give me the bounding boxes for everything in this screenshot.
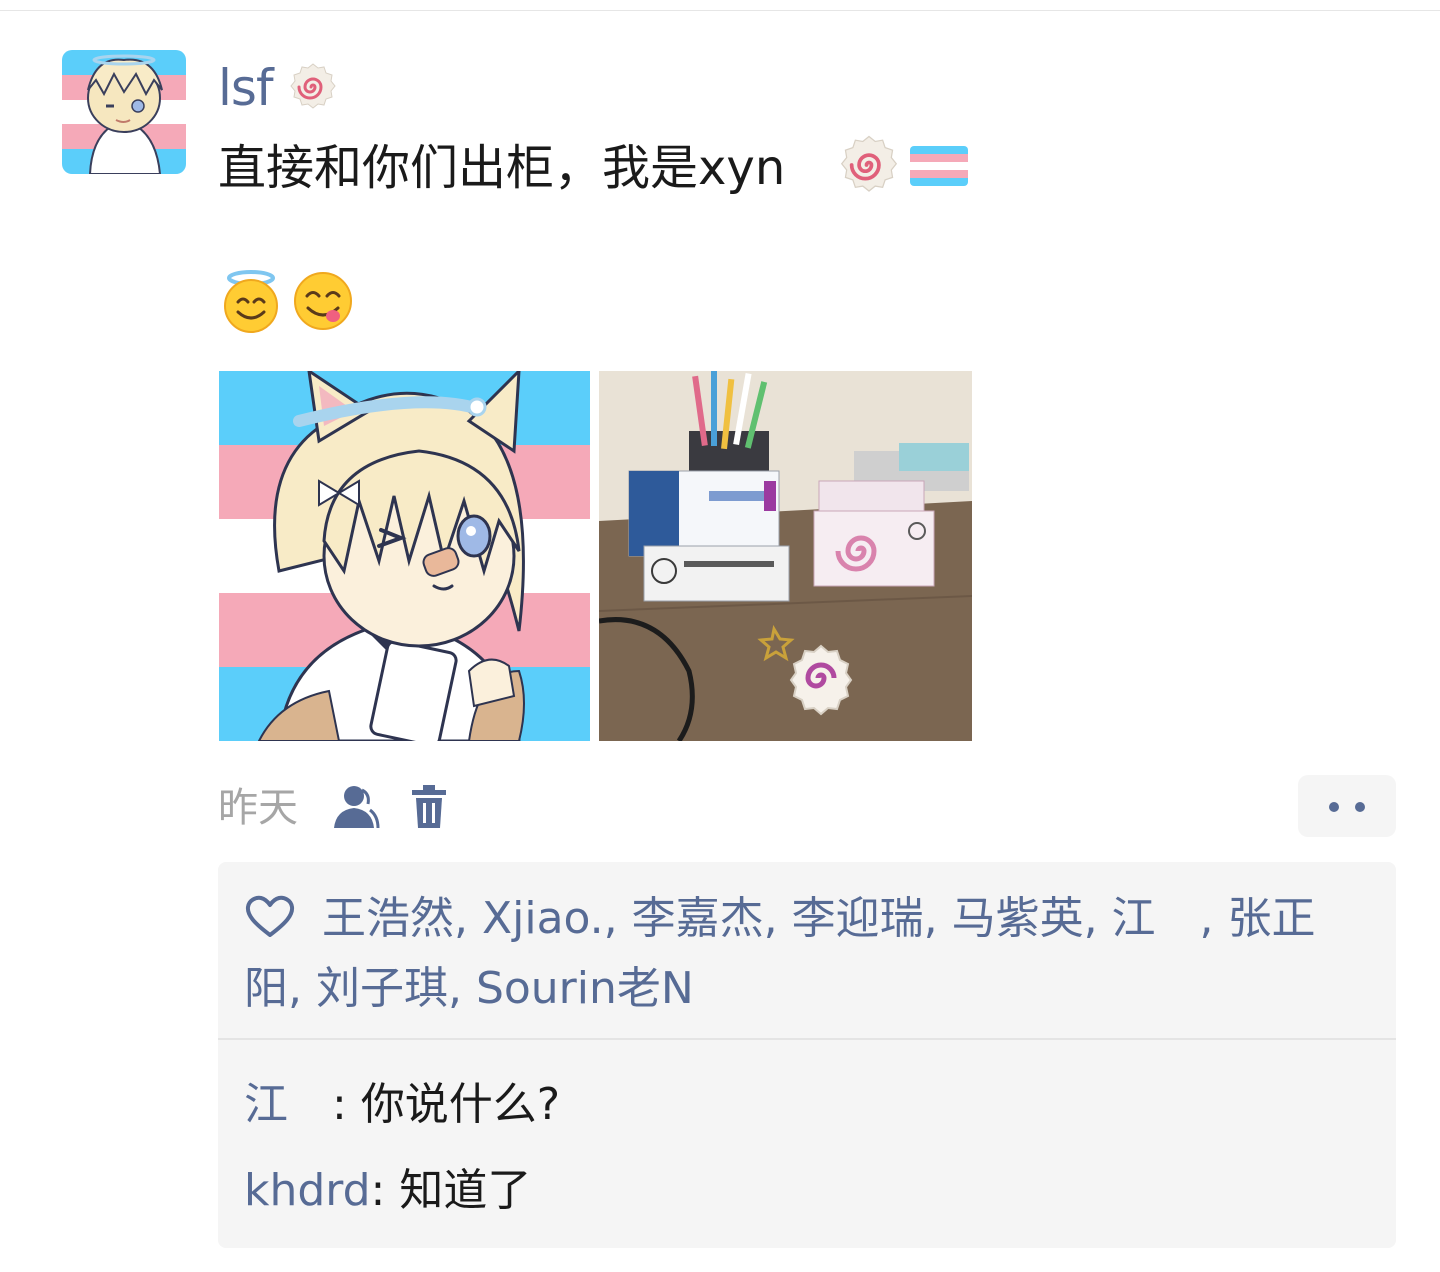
- more-dots-icon: [1329, 802, 1339, 812]
- avatar[interactable]: [62, 50, 186, 174]
- more-options-button[interactable]: [1298, 775, 1396, 837]
- likes-divider: [218, 1038, 1396, 1040]
- post-time: 昨天: [218, 785, 298, 831]
- comment-item[interactable]: 江 : 你说什么?: [244, 1070, 560, 1140]
- comment-separator: :: [332, 1079, 361, 1130]
- fishcake-icon: [838, 134, 900, 196]
- top-divider: [0, 10, 1440, 11]
- comment-item[interactable]: khdrd: 知道了: [244, 1156, 531, 1226]
- transgender-flag-icon: [910, 146, 968, 186]
- post-author-name[interactable]: lsf: [218, 56, 274, 120]
- likes-comments-panel: 王浩然, Xjiao., 李嘉杰, 李迎瑞, 马紫英, 江 , 张正阳, 刘子琪…: [218, 862, 1396, 1248]
- likes-list[interactable]: 王浩然, Xjiao., 李嘉杰, 李迎瑞, 马紫英, 江 , 张正阳, 刘子琪…: [244, 884, 1364, 1024]
- smiling-face-with-halo-emoji: [218, 268, 284, 334]
- post-image-1[interactable]: [219, 371, 590, 741]
- comment-author[interactable]: 江: [244, 1079, 332, 1130]
- comment-separator: :: [370, 1165, 400, 1216]
- post-image-2[interactable]: [599, 371, 972, 741]
- comment-author[interactable]: khdrd: [244, 1165, 371, 1216]
- heart-icon: [244, 890, 296, 937]
- people-icon[interactable]: [326, 784, 380, 830]
- fishcake-icon: [288, 62, 338, 112]
- comment-text: 知道了: [399, 1165, 532, 1216]
- like-names[interactable]: 王浩然, Xjiao., 李嘉杰, 李迎瑞, 马紫英, 江 , 张正阳, 刘子琪…: [244, 893, 1316, 1014]
- post-text: 直接和你们出柜，我是xyn: [218, 140, 786, 196]
- trash-icon[interactable]: [408, 784, 450, 830]
- comment-text: 你说什么?: [360, 1079, 561, 1130]
- face-savoring-food-emoji: [290, 268, 356, 334]
- more-dots-icon: [1355, 802, 1365, 812]
